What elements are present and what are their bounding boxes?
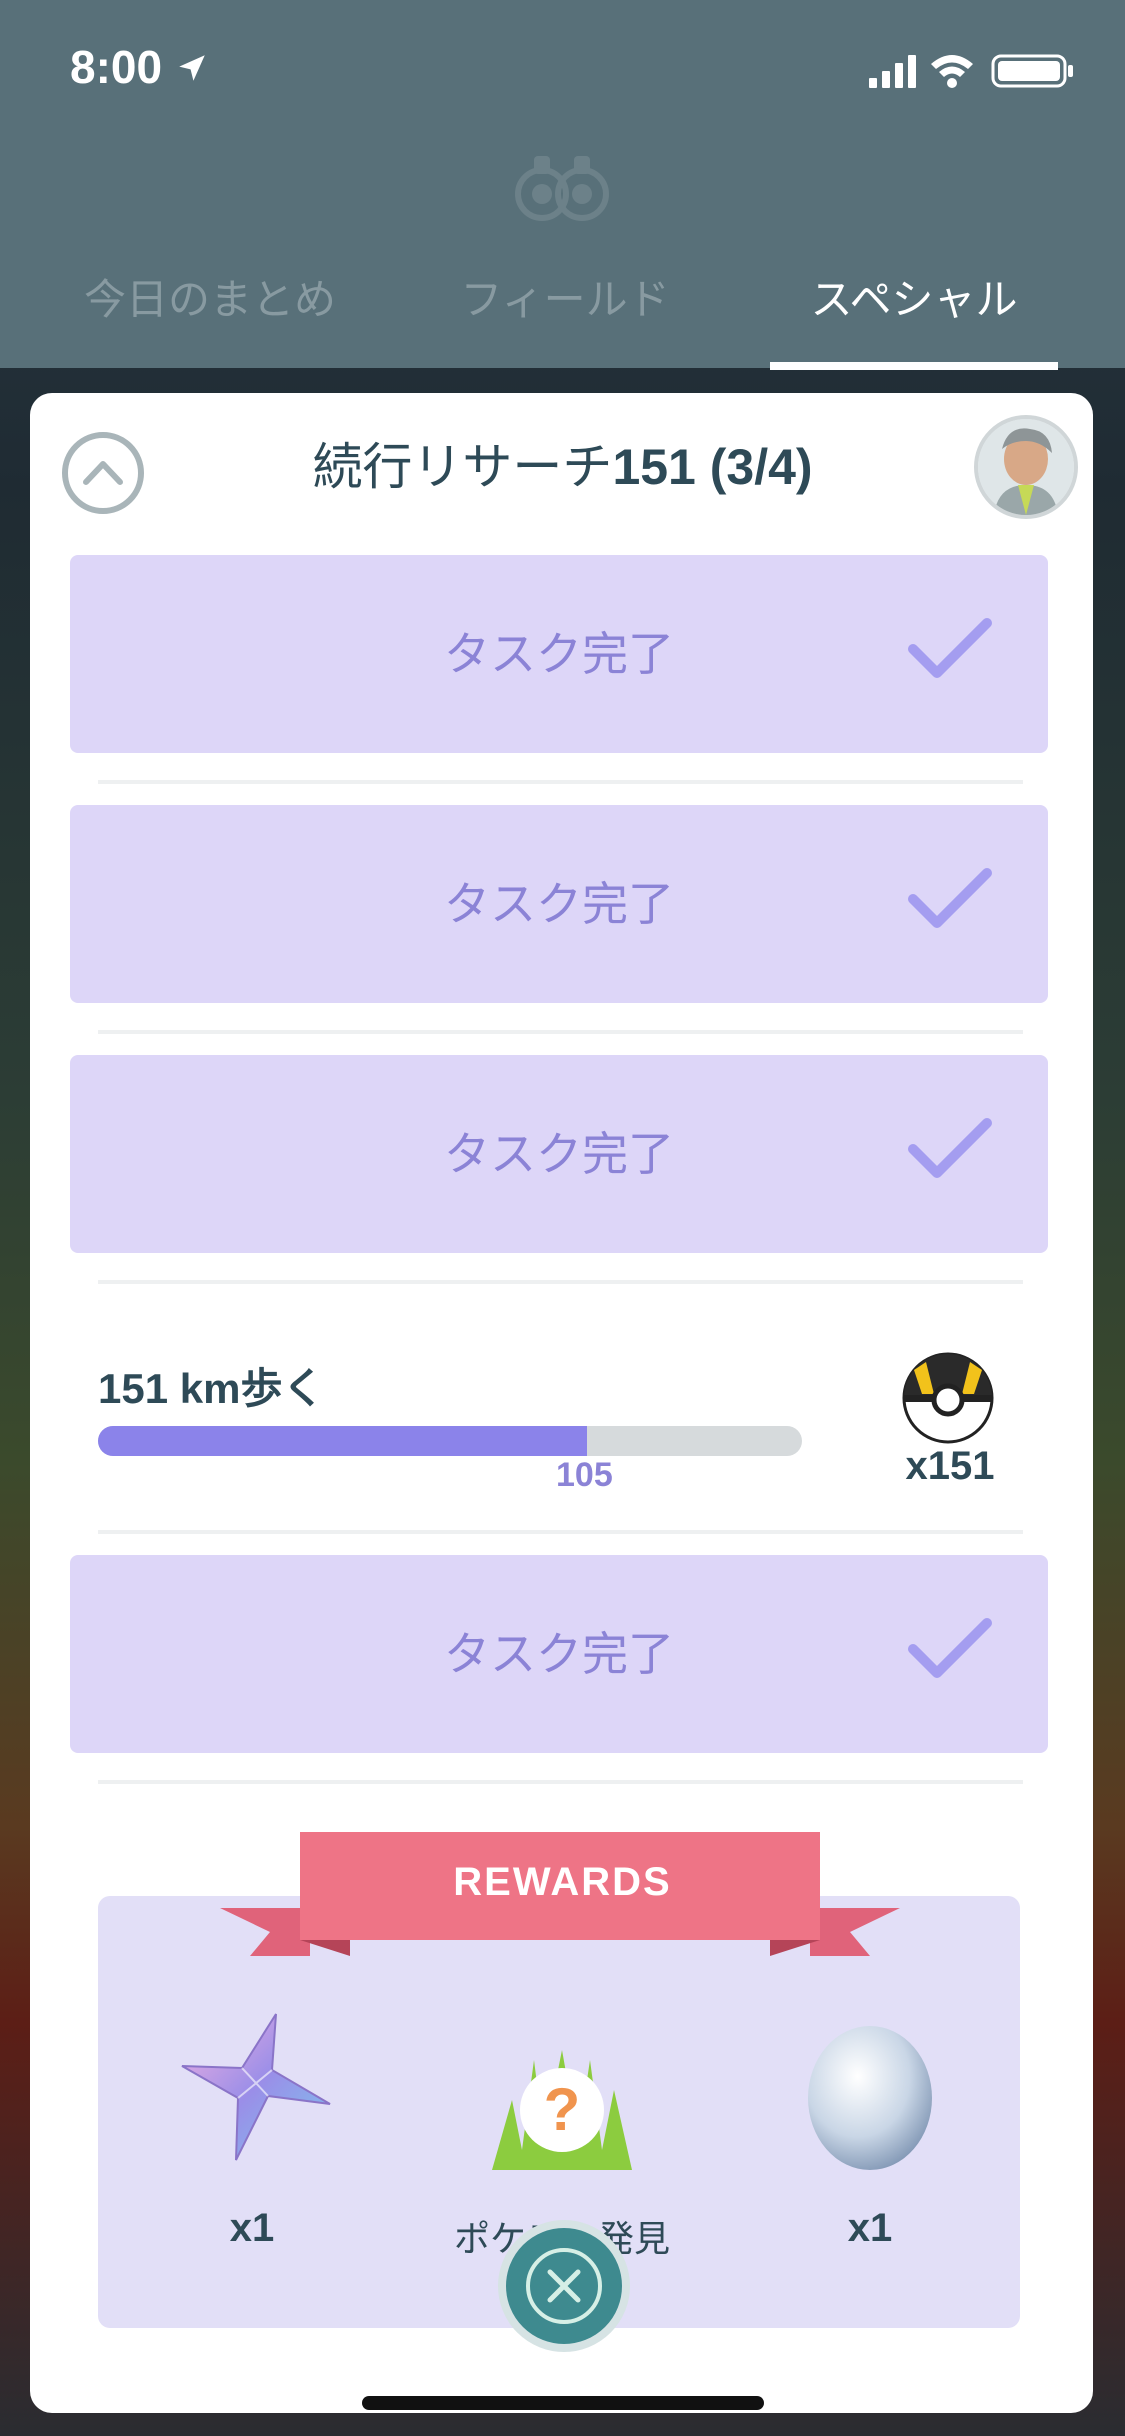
divider <box>98 1030 1023 1034</box>
battery-icon <box>991 54 1073 88</box>
task-completed-4: タスク完了 <box>70 1555 1048 1753</box>
egg-icon <box>808 2026 932 2170</box>
checkmark-icon <box>908 868 992 928</box>
close-icon <box>526 2248 602 2324</box>
task-progress-value: 105 <box>556 1456 613 1494</box>
task-completed-2: タスク完了 <box>70 805 1048 1003</box>
professor-avatar <box>974 415 1078 519</box>
checkmark-icon <box>908 1118 992 1178</box>
task-progress-bar <box>98 1426 802 1456</box>
location-arrow-icon <box>179 55 205 81</box>
task-completed-1: タスク完了 <box>70 555 1048 753</box>
divider <box>98 1530 1023 1534</box>
task-progress-fill <box>98 1426 588 1456</box>
research-title: 続行リサーチ151 (3/4) <box>0 432 1125 502</box>
signal-icon <box>869 55 916 88</box>
task-active-label: 151 km歩く <box>98 1365 325 1412</box>
task-completed-3: タスク完了 <box>70 1055 1048 1253</box>
tab-special[interactable]: スペシャル <box>770 270 1058 330</box>
task-completed-label: タスク完了 <box>444 1127 674 1181</box>
checkmark-icon <box>908 618 992 678</box>
binoculars-icon <box>515 156 609 221</box>
checkmark-icon <box>908 1618 992 1678</box>
task-completed-label: タスク完了 <box>444 627 674 681</box>
reward-label: x1 <box>229 2206 275 2250</box>
wifi-icon <box>931 55 973 88</box>
status-time: 8:00 <box>70 40 209 94</box>
professor-willow-icon <box>978 419 1074 515</box>
close-button[interactable] <box>498 2220 630 2352</box>
home-indicator <box>362 2396 764 2410</box>
pokemon-encounter-icon: ? <box>492 2050 632 2170</box>
divider <box>98 780 1023 784</box>
tab-field[interactable]: フィールド <box>420 270 710 330</box>
task-reward-quantity: x151 <box>905 1444 995 1488</box>
research-title-prefix: 続行リサーチ <box>312 438 613 496</box>
task-completed-label: タスク完了 <box>444 877 674 931</box>
tab-today[interactable]: 今日のまとめ <box>60 270 360 330</box>
stardust-shard-icon <box>181 2013 331 2161</box>
task-completed-label: タスク完了 <box>444 1627 674 1681</box>
divider <box>98 1280 1023 1284</box>
ultra-ball-icon <box>902 1352 994 1444</box>
rewards-heading: REWARDS <box>453 1860 672 1904</box>
svg-text:?: ? <box>544 2076 581 2143</box>
research-title-progress: 151 (3/4) <box>612 439 813 495</box>
divider <box>98 1780 1023 1784</box>
status-icons <box>869 54 1073 88</box>
active-tab-indicator <box>770 362 1058 370</box>
header-bar: 8:00 今日のまとめ フィールド スペシャル <box>0 0 1125 370</box>
reward-label: x1 <box>847 2206 893 2250</box>
